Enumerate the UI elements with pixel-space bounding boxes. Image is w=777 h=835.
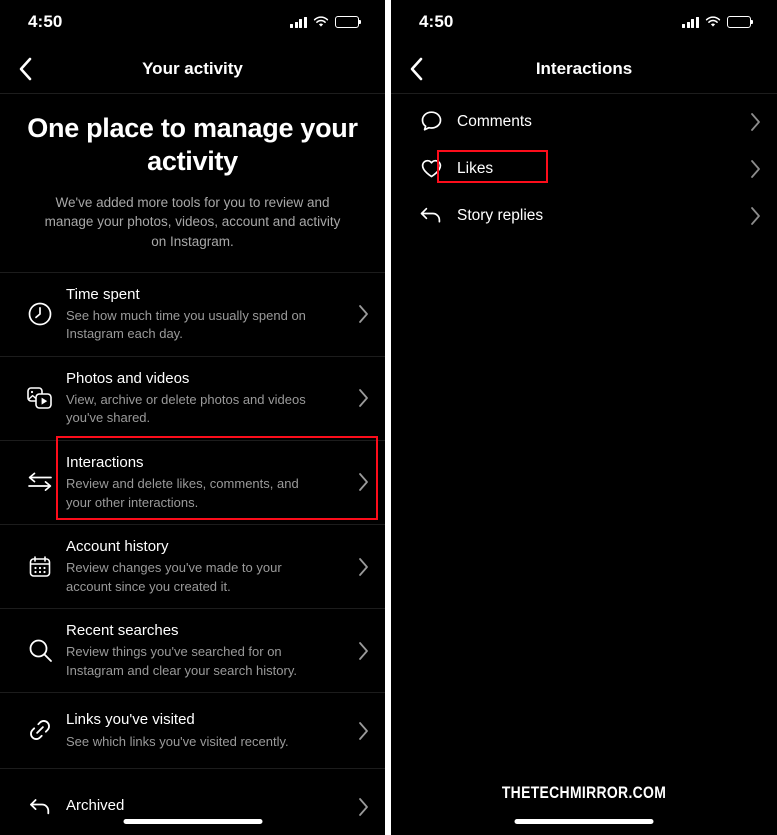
search-icon <box>14 637 66 664</box>
list-item-title: Recent searches <box>66 622 179 640</box>
list-item-title: Time spent <box>66 285 140 303</box>
clock-icon <box>14 301 66 327</box>
chevron-right-icon <box>735 112 761 132</box>
list-item-archived[interactable]: Archived <box>0 769 385 835</box>
page-title: Interactions <box>535 58 633 78</box>
comment-bubble-icon <box>405 109 457 134</box>
list-item-comments[interactable]: Comments <box>391 98 777 145</box>
signal-bars-icon <box>682 16 699 28</box>
status-indicators <box>290 16 362 28</box>
list-item-time-spent[interactable]: Time spent See how much time you usually… <box>0 273 385 357</box>
heart-icon <box>405 156 457 181</box>
list-item-subtitle: See which links you've visited recently. <box>66 733 289 749</box>
reply-arrow-icon <box>405 203 457 229</box>
archive-undo-icon <box>14 793 66 820</box>
back-button[interactable] <box>399 52 433 86</box>
list-item-likes[interactable]: Likes <box>391 145 777 192</box>
wifi-icon <box>705 16 721 28</box>
calendar-icon <box>14 554 66 580</box>
chevron-right-icon <box>343 304 369 324</box>
chevron-right-icon <box>343 797 369 817</box>
nav-bar-right: Interactions <box>391 44 777 94</box>
list-item-text: Recent searches Review things you've sea… <box>66 621 343 680</box>
status-time: 4:50 <box>28 12 63 31</box>
list-item-label: Likes <box>457 159 494 177</box>
home-indicator <box>514 819 654 824</box>
list-item-title: Photos and videos <box>66 369 190 387</box>
list-item-subtitle: Review changes you've made to your accou… <box>66 560 282 594</box>
chevron-right-icon <box>343 641 369 661</box>
list-item-subtitle: Review things you've searched for on Ins… <box>66 644 297 678</box>
list-item-text: Links you've visited See which links you… <box>66 710 343 751</box>
list-item-title: Interactions <box>66 453 144 471</box>
left-phone-screen: 4:50 Your activity One place to manage y… <box>0 0 385 835</box>
swap-arrows-icon <box>14 469 66 495</box>
list-item-account-history[interactable]: Account history Review changes you've ma… <box>0 525 385 610</box>
list-item-photos-and-videos[interactable]: Photos and videos View, archive or delet… <box>0 357 385 441</box>
list-item-story-replies[interactable]: Story replies <box>391 192 777 240</box>
list-item-label: Story replies <box>457 207 544 224</box>
chevron-left-icon <box>410 57 422 80</box>
list-item-subtitle: View, archive or delete photos and video… <box>66 391 306 426</box>
status-bar-left: 4:50 <box>0 0 385 44</box>
chevron-right-icon <box>343 388 369 408</box>
photos-videos-icon <box>14 385 66 411</box>
status-bar-right: 4:50 <box>391 0 777 44</box>
chevron-right-icon <box>735 159 761 179</box>
chevron-right-icon <box>343 721 369 741</box>
hero-title: One place to manage your activity <box>27 113 358 176</box>
list-item-recent-searches[interactable]: Recent searches Review things you've sea… <box>0 609 385 694</box>
signal-bars-icon <box>290 16 307 28</box>
chevron-left-icon <box>19 57 31 80</box>
interactions-list: Comments Likes Story replies <box>391 94 777 240</box>
list-item-text: Account history Review changes you've ma… <box>66 537 343 596</box>
chevron-right-icon <box>343 557 369 577</box>
watermark: THETECHMIRROR.COM <box>501 783 667 802</box>
home-indicator <box>123 819 262 824</box>
battery-icon <box>335 16 362 28</box>
list-item-title: Archived <box>66 796 125 814</box>
hero-section: One place to manage your activity We've … <box>0 94 385 272</box>
list-item-subtitle: See how much time you usually spend on I… <box>66 307 306 342</box>
chevron-right-icon <box>735 206 761 226</box>
list-item-title: Account history <box>66 538 169 556</box>
list-item-links-visited[interactable]: Links you've visited See which links you… <box>0 693 385 770</box>
status-time: 4:50 <box>419 12 454 31</box>
chevron-right-icon <box>343 472 369 492</box>
nav-bar-left: Your activity <box>0 44 385 94</box>
right-phone-screen: 4:50 Interactions Comments Likes Story r… <box>391 0 777 835</box>
list-item-title: Links you've visited <box>66 711 195 729</box>
list-item-subtitle: Review and delete likes, comments, and y… <box>66 476 299 510</box>
page-title: Your activity <box>142 58 243 78</box>
status-indicators <box>682 16 754 28</box>
wifi-icon <box>313 16 329 28</box>
list-item-text: Time spent See how much time you usually… <box>66 285 343 344</box>
hero-subtitle: We've added more tools for you to review… <box>44 194 341 249</box>
back-button[interactable] <box>8 52 42 86</box>
list-item-interactions[interactable]: Interactions Review and delete likes, co… <box>0 441 385 526</box>
list-item-label: Comments <box>457 112 532 130</box>
list-item-text: Archived <box>66 796 343 818</box>
list-item-text: Photos and videos View, archive or delet… <box>66 369 343 428</box>
activity-list: Time spent See how much time you usually… <box>0 271 385 835</box>
link-icon <box>14 717 66 744</box>
dual-screenshot-container: 4:50 Your activity One place to manage y… <box>0 0 777 835</box>
list-item-text: Interactions Review and delete likes, co… <box>66 453 343 512</box>
battery-icon <box>727 16 754 28</box>
